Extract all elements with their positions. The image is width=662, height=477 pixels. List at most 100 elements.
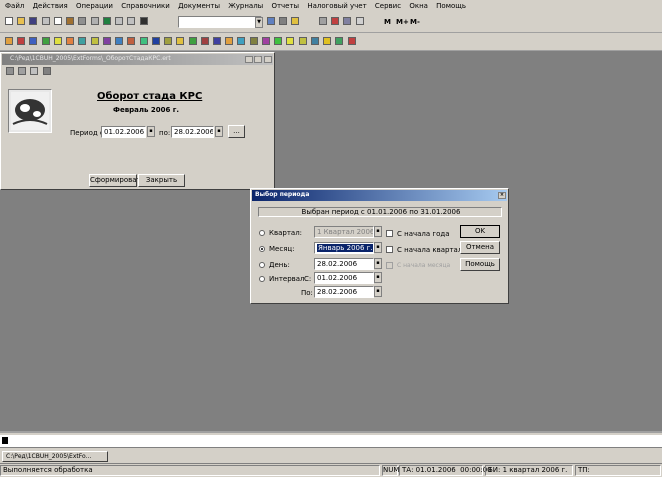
preview-icon[interactable] [90, 17, 99, 25]
print-icon[interactable] [78, 17, 87, 25]
settings-icon[interactable] [310, 37, 319, 45]
cancel-button[interactable]: Отмена [460, 241, 500, 254]
filter-icon[interactable] [42, 67, 51, 75]
memory-plus-button[interactable]: M+ [396, 18, 409, 26]
chart-icon[interactable] [53, 37, 62, 45]
payment-icon[interactable] [127, 37, 136, 45]
edit-icon[interactable] [30, 67, 39, 75]
binoculars-icon[interactable] [139, 17, 148, 25]
month-spinner[interactable]: ▪ [374, 242, 382, 253]
menu-actions[interactable]: Действия [30, 2, 71, 11]
invoice-icon[interactable] [115, 37, 124, 45]
calendar-icon[interactable] [331, 17, 340, 25]
menu-service[interactable]: Сервис [372, 2, 404, 11]
bank-icon[interactable] [78, 37, 87, 45]
balance-icon[interactable] [237, 37, 246, 45]
period-dialog-close-button[interactable]: × [498, 192, 506, 199]
table-icon[interactable] [343, 17, 352, 25]
open-icon[interactable] [17, 17, 26, 25]
cut-icon[interactable] [41, 17, 50, 25]
search-icon[interactable] [267, 17, 275, 25]
check-icon[interactable] [286, 37, 295, 45]
undo-icon[interactable] [115, 17, 124, 25]
period-to-picker[interactable]: ▪ [215, 126, 223, 137]
menu-references[interactable]: Справочники [118, 2, 173, 11]
month-field[interactable]: Январь 2006 г. [314, 242, 374, 254]
menu-windows[interactable]: Окна [406, 2, 431, 11]
menu-file[interactable]: Файл [2, 2, 27, 11]
new-icon[interactable] [5, 17, 13, 25]
period-from-field[interactable]: 01.02.2006 [101, 126, 146, 138]
journal-icon[interactable] [17, 37, 26, 45]
minimize-button[interactable]: _ [245, 56, 253, 63]
card-icon[interactable] [261, 37, 270, 45]
close-window-button[interactable]: × [264, 56, 272, 63]
maximize-button[interactable]: □ [254, 56, 262, 63]
export-icon[interactable] [347, 37, 356, 45]
from-quarter-start-checkbox[interactable] [386, 246, 393, 253]
day-radio[interactable] [259, 262, 265, 268]
period-select-button[interactable]: ... [228, 125, 245, 138]
asset-icon[interactable] [164, 37, 173, 45]
edit-icon[interactable] [298, 37, 307, 45]
book-icon[interactable] [355, 17, 364, 25]
redo-icon[interactable] [127, 17, 136, 25]
preview-icon[interactable] [18, 67, 27, 75]
tax-icon[interactable] [212, 37, 221, 45]
taskbar-window-button[interactable]: С:\Ред\1CBUH_2005\ExtFo... [2, 451, 108, 462]
product-icon[interactable] [188, 37, 197, 45]
memory-m-button[interactable]: M [384, 18, 391, 26]
from-month-start-checkbox[interactable] [386, 262, 393, 269]
generate-button[interactable]: Сформировать [89, 174, 145, 187]
user-icon[interactable] [66, 37, 75, 45]
from-year-start-checkbox[interactable] [386, 230, 393, 237]
day-field[interactable]: 28.02.2006 [314, 258, 374, 270]
quarter-radio[interactable] [259, 230, 265, 236]
sun-icon[interactable] [323, 37, 332, 45]
month-radio[interactable] [259, 246, 265, 252]
paste-icon[interactable] [66, 17, 75, 25]
contract-icon[interactable] [139, 37, 148, 45]
menu-reports[interactable]: Отчеты [268, 2, 302, 11]
memory-minus-button[interactable]: M- [410, 18, 420, 26]
interval-from-picker[interactable]: ▪ [374, 272, 382, 283]
tools-icon[interactable] [279, 17, 288, 25]
interval-to-picker[interactable]: ▪ [374, 286, 382, 297]
material-icon[interactable] [176, 37, 185, 45]
calculator-icon[interactable] [319, 17, 327, 25]
analysis-icon[interactable] [274, 37, 283, 45]
report-icon[interactable] [41, 37, 50, 45]
help-button[interactable]: Помощь [460, 258, 500, 271]
save-icon[interactable] [29, 17, 38, 25]
interval-to-field[interactable]: 28.02.2006 [314, 286, 374, 298]
period-from-picker[interactable]: ▪ [147, 126, 155, 137]
search-combo[interactable] [178, 16, 262, 28]
search-combo-dropdown[interactable]: ▼ [255, 17, 263, 28]
closing-icon[interactable] [225, 37, 234, 45]
service-icon[interactable] [200, 37, 209, 45]
interval-from-field[interactable]: 01.02.2006 [314, 272, 374, 284]
day-picker[interactable]: ▪ [374, 258, 382, 269]
period-to-field[interactable]: 28.02.2006 [171, 126, 214, 138]
help-icon[interactable] [291, 17, 300, 25]
menu-documents[interactable]: Документы [175, 2, 223, 11]
interval-radio[interactable] [259, 276, 265, 282]
menu-tax[interactable]: Налоговый учет [304, 2, 369, 11]
menu-help[interactable]: Помощь [433, 2, 469, 11]
warehouse-icon[interactable] [102, 37, 111, 45]
salary-icon[interactable] [151, 37, 160, 45]
cash-icon[interactable] [90, 37, 99, 45]
doc-icon[interactable] [5, 37, 13, 45]
ledger-icon[interactable] [29, 37, 38, 45]
excel-icon[interactable] [102, 17, 111, 25]
quarter-spinner[interactable]: ▪ [374, 226, 382, 237]
copy-icon[interactable] [53, 17, 62, 25]
close-button[interactable]: Закрыть [138, 174, 185, 187]
print-icon[interactable] [6, 67, 14, 75]
turnover-icon[interactable] [249, 37, 258, 45]
menu-journals[interactable]: Журналы [225, 2, 266, 11]
menu-operations[interactable]: Операции [73, 2, 116, 11]
quarter-field[interactable]: 1 Квартал 2006 г. [314, 226, 374, 238]
ok-button[interactable]: OK [460, 225, 500, 238]
globe-icon[interactable] [335, 37, 344, 45]
